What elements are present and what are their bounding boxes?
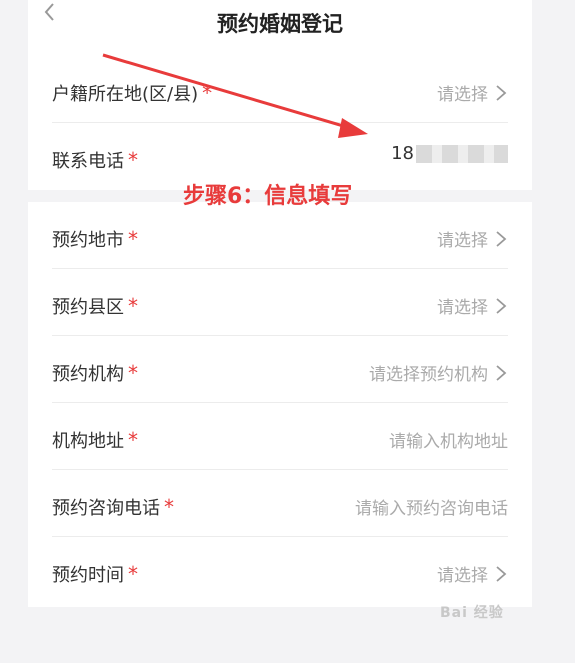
row-household-register[interactable]: 户籍所在地(区/县) * 请选择 bbox=[52, 56, 508, 123]
phone-value: 18 bbox=[391, 143, 414, 164]
row-value: 请选择 bbox=[437, 298, 488, 318]
row-value: 请选择 bbox=[437, 231, 488, 251]
required-star: * bbox=[128, 428, 138, 452]
row-appointment-agency[interactable]: 预约机构 * 请选择预约机构 bbox=[52, 336, 508, 403]
row-label: 预约县区 bbox=[52, 297, 124, 318]
row-agency-address[interactable]: 机构地址 * 请输入机构地址 bbox=[52, 403, 508, 470]
required-star: * bbox=[128, 227, 138, 251]
required-star: * bbox=[128, 562, 138, 586]
row-label: 预约咨询电话 bbox=[52, 498, 160, 519]
section-household: 户籍所在地(区/县) * 请选择 联系电话 * 18 bbox=[28, 56, 532, 190]
row-appointment-city[interactable]: 预约地市 * 请选择 bbox=[52, 202, 508, 269]
header: 预约婚姻登记 bbox=[28, 0, 532, 56]
row-appointment-district[interactable]: 预约县区 * 请选择 bbox=[52, 269, 508, 336]
chevron-right-icon bbox=[496, 297, 507, 314]
consult-phone-input-placeholder: 请输入预约咨询电话 bbox=[355, 499, 508, 519]
row-label: 预约地市 bbox=[52, 230, 124, 251]
blurred-phone-digits bbox=[416, 144, 508, 163]
page-title: 预约婚姻登记 bbox=[217, 12, 343, 36]
row-label: 机构地址 bbox=[52, 431, 124, 452]
row-label: 户籍所在地(区/县) bbox=[52, 84, 199, 105]
watermark: Bai 经验 bbox=[440, 605, 504, 621]
required-star: * bbox=[202, 81, 213, 105]
row-consult-phone[interactable]: 预约咨询电话 * 请输入预约咨询电话 bbox=[52, 470, 508, 537]
row-label: 预约机构 bbox=[52, 364, 124, 385]
row-value: 请选择预约机构 bbox=[369, 365, 488, 385]
form-screen: 预约婚姻登记 户籍所在地(区/县) * 请选择 联系电话 * 18 预约地市 * 请选… bbox=[28, 0, 532, 663]
required-star: * bbox=[128, 148, 138, 172]
required-star: * bbox=[128, 361, 138, 385]
row-label: 联系电话 bbox=[52, 151, 124, 172]
chevron-right-icon bbox=[496, 84, 507, 101]
row-appointment-time[interactable]: 预约时间 * 请选择 bbox=[52, 537, 508, 604]
chevron-right-icon bbox=[496, 364, 507, 381]
chevron-right-icon bbox=[496, 565, 507, 582]
chevron-right-icon bbox=[496, 230, 507, 247]
row-value: 请选择 bbox=[437, 566, 488, 586]
section-appointment: 预约地市 * 请选择 预约县区 * 请选择 预约机构 * 请选择预约机构 机构地址 * … bbox=[28, 202, 532, 607]
required-star: * bbox=[164, 495, 174, 519]
row-label: 预约时间 bbox=[52, 565, 124, 586]
required-star: * bbox=[128, 294, 138, 318]
row-value: 请选择 bbox=[437, 85, 488, 105]
step-annotation: 步骤6：信息填写 bbox=[183, 184, 353, 209]
address-input-placeholder: 请输入机构地址 bbox=[389, 432, 508, 452]
